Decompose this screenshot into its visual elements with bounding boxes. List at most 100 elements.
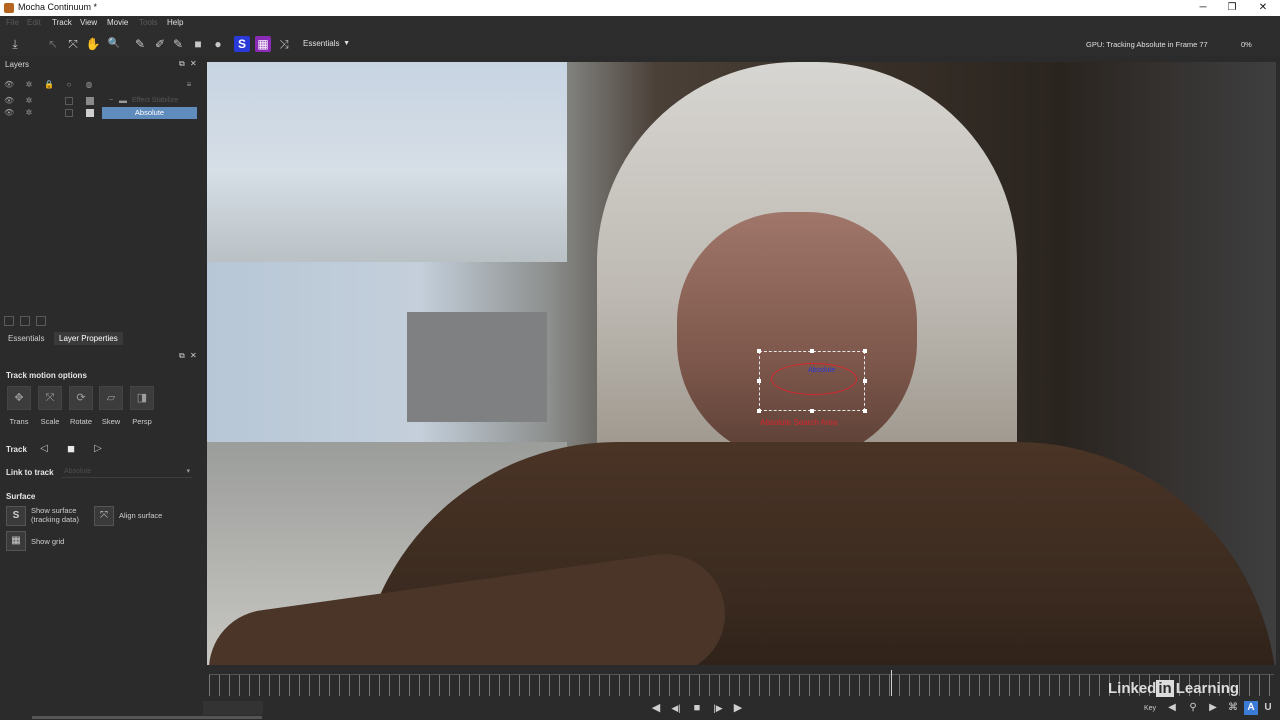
zoom-tool-icon[interactable]: 🔍 <box>106 36 122 52</box>
show-grid-label[interactable]: Show grid <box>31 537 64 546</box>
track-heading: Track <box>6 445 27 454</box>
delete-keyframe-icon[interactable]: ⌘ <box>1226 701 1240 715</box>
close-window-button[interactable]: ✕ <box>1246 0 1280 16</box>
skew-button[interactable]: ▱ <box>99 386 123 410</box>
play-backward-icon[interactable]: ◀ <box>649 701 663 715</box>
play-forward-icon[interactable]: ▶ <box>731 701 745 715</box>
rectangle-tool-icon[interactable]: ■ <box>190 36 206 52</box>
timeline[interactable]: Linked in Learning <box>207 668 1276 698</box>
step-back-icon[interactable]: ◀| <box>669 701 683 715</box>
layer-color-swatch[interactable] <box>86 109 94 117</box>
viewer-canvas[interactable]: Absolute Absolute Search Area <box>207 62 1276 665</box>
add-point-tool-icon[interactable]: ⤧ <box>65 36 81 52</box>
layer-bounding-box[interactable]: Absolute <box>757 349 867 413</box>
group-eye-icon[interactable]: 👁 <box>4 96 14 106</box>
close-panel-icon[interactable]: ✕ <box>190 59 197 68</box>
circle-tool-icon[interactable]: ● <box>210 36 226 52</box>
track-stop-button[interactable]: ■ <box>64 442 78 456</box>
hand-tool-icon[interactable]: ✋ <box>85 36 101 52</box>
autokey-button[interactable]: A <box>1244 701 1258 715</box>
add-xspline-tool-icon[interactable]: ✎ <box>170 36 186 52</box>
bspline-tool-icon[interactable]: ✐ <box>152 36 168 52</box>
add-keyframe-icon[interactable]: ⚲ <box>1186 701 1200 715</box>
menu-movie[interactable]: Movie <box>107 18 128 27</box>
handle-left[interactable] <box>757 379 761 383</box>
handle-bottom-left[interactable] <box>757 409 761 413</box>
translation-button[interactable]: ✥ <box>7 386 31 410</box>
save-icon[interactable]: ⤓ <box>7 36 23 52</box>
show-surface-icon[interactable]: S <box>6 506 26 526</box>
handle-right[interactable] <box>863 379 867 383</box>
group-color-swatch[interactable] <box>86 97 94 105</box>
show-grid-icon[interactable]: ▦ <box>6 531 26 551</box>
layer-matte-checkbox[interactable] <box>65 109 73 117</box>
step-forward-icon[interactable]: |▶ <box>711 701 725 715</box>
menu-view[interactable]: View <box>80 18 97 27</box>
grid-toggle-icon[interactable]: ▦ <box>255 36 271 52</box>
transform-tool-icon[interactable]: ⤨ <box>276 36 292 52</box>
group-matte-checkbox[interactable] <box>65 97 73 105</box>
color-header-icon[interactable]: ◍ <box>84 80 94 90</box>
handle-top[interactable] <box>810 349 814 353</box>
frame-field[interactable] <box>203 701 263 715</box>
handle-top-right[interactable] <box>863 349 867 353</box>
props-undock-icon[interactable]: ⧉ <box>179 351 185 361</box>
tab-layer-properties[interactable]: Layer Properties <box>54 332 123 345</box>
group-gear-icon[interactable]: ✲ <box>24 96 34 106</box>
rotate-button[interactable]: ⟳ <box>69 386 93 410</box>
u-toggle-button[interactable]: U <box>1261 701 1275 715</box>
horizontal-scrollbar[interactable] <box>32 716 262 719</box>
linkedin-learning-watermark: Linked in Learning <box>1108 680 1240 697</box>
layers-menu-icon[interactable]: ≡ <box>184 80 194 90</box>
link-to-track-label: Link to track <box>6 468 54 477</box>
next-keyframe-icon[interactable]: ▶ <box>1206 701 1220 715</box>
visibility-header-icon[interactable]: 👁 <box>4 80 14 90</box>
layer-item-absolute[interactable]: Absolute <box>102 107 197 119</box>
perspective-button[interactable]: ◨ <box>130 386 154 410</box>
handle-bottom-right[interactable] <box>863 409 867 413</box>
align-surface-label[interactable]: Align surface <box>119 511 162 520</box>
delete-layer-icon[interactable] <box>36 316 46 326</box>
align-surface-icon[interactable]: ⤧ <box>94 506 114 526</box>
layer-name-overlay: Absolute <box>808 367 836 374</box>
window-title: Mocha Continuum * <box>18 2 98 12</box>
tracking-status-text: GPU: Tracking Absolute in Frame 77 <box>1086 40 1208 49</box>
track-backward-button[interactable]: ◁ <box>37 442 51 456</box>
undock-icon[interactable]: ⧉ <box>179 59 185 69</box>
scale-button[interactable]: ⤧ <box>38 386 62 410</box>
toolbar: ⤓ ↖ ⤧ ✋ 🔍 ✎ ✐ ✎ ■ ● S ▦ ⤨ Essentials ▼ G… <box>0 32 1280 56</box>
layer-properties-panel: ⧉ ✕ Track motion options ✥ ⤧ ⟳ ▱ ◨ Trans… <box>0 345 202 675</box>
handle-bottom[interactable] <box>810 409 814 413</box>
layer-group-label[interactable]: Effect Stabilize <box>132 97 178 104</box>
scale-label: Scale <box>40 417 60 426</box>
stop-icon[interactable]: ■ <box>690 701 704 715</box>
collapse-icon[interactable]: − <box>106 96 116 106</box>
props-close-icon[interactable]: ✕ <box>190 351 197 360</box>
layer-eye-icon[interactable]: 👁 <box>4 108 14 118</box>
playhead[interactable] <box>890 670 892 696</box>
gear-header-icon[interactable]: ✲ <box>24 80 34 90</box>
menu-tools: Tools <box>139 18 158 27</box>
new-layer-icon[interactable] <box>4 316 14 326</box>
layer-gear-icon[interactable]: ✲ <box>24 108 34 118</box>
show-surface-label[interactable]: Show surface (tracking data) <box>31 506 79 524</box>
track-forward-button[interactable]: ▷ <box>91 442 105 456</box>
workspace-select[interactable]: Essentials ▼ <box>300 37 352 51</box>
menu-help[interactable]: Help <box>167 18 183 27</box>
mocha-app-icon <box>4 3 14 13</box>
menu-file: File <box>6 18 19 27</box>
transport-bar: ◀ ◀| ■ |▶ ▶ Key ◀ ⚲ ▶ ⌘ A U <box>0 698 1280 720</box>
link-to-track-select[interactable]: Absolute ▾ <box>62 466 192 478</box>
lock-header-icon[interactable]: 🔒 <box>44 80 54 90</box>
xspline-tool-icon[interactable]: ✎ <box>132 36 148 52</box>
prev-keyframe-icon[interactable]: ◀ <box>1165 701 1179 715</box>
handle-top-left[interactable] <box>757 349 761 353</box>
select-tool-icon[interactable]: ↖ <box>45 36 61 52</box>
duplicate-layer-icon[interactable] <box>20 316 30 326</box>
tab-essentials[interactable]: Essentials <box>3 332 49 345</box>
menu-track[interactable]: Track <box>52 18 72 27</box>
surface-toggle-icon[interactable]: S <box>234 36 250 52</box>
matte-header-icon[interactable]: ○ <box>64 80 74 90</box>
restore-button[interactable]: ❐ <box>1215 0 1249 16</box>
perspective-label: Persp <box>132 417 152 426</box>
